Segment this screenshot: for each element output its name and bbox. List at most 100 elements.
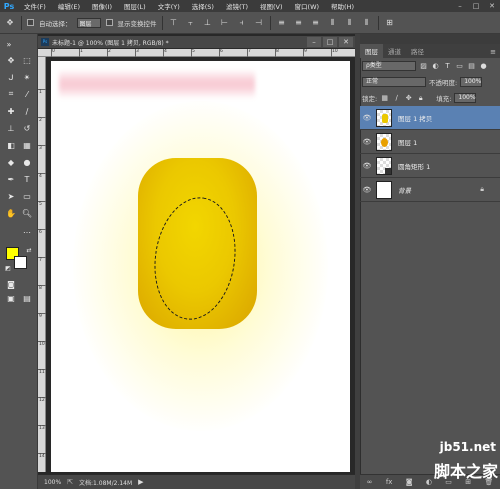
auto-select-checkbox[interactable]: [27, 19, 34, 26]
minimize-button[interactable]: –: [452, 2, 468, 10]
menu-window[interactable]: 窗口(W): [289, 1, 326, 11]
ruler-horizontal[interactable]: 0 1 2 3 4 5 6 7 8 9 10: [38, 49, 355, 57]
zoom-level[interactable]: 100%: [44, 479, 61, 486]
eyedropper-icon[interactable]: ⁄: [20, 88, 34, 100]
lock-all-icon[interactable]: 🔒︎: [416, 94, 425, 103]
layer-name[interactable]: 圆角矩形 1: [398, 161, 430, 171]
artboard-tool-icon[interactable]: ⬚: [20, 54, 34, 66]
layer-name[interactable]: 图层 1 拷贝: [398, 113, 432, 123]
layer-filter-dropdown[interactable]: ρ类型: [362, 61, 416, 71]
layer-row[interactable]: 👁︎ 图层 1: [360, 130, 500, 154]
opacity-input[interactable]: 100%: [460, 77, 483, 87]
layer-row[interactable]: 👁︎ 图层 1 拷贝: [360, 106, 500, 130]
swap-colors-icon[interactable]: ⇄: [22, 244, 36, 256]
filter-toggle-icon[interactable]: ●: [479, 62, 488, 70]
visibility-eye-icon[interactable]: 👁︎: [360, 114, 374, 122]
quick-mask-icon[interactable]: ◙: [4, 278, 18, 290]
background-color-swatch[interactable]: [14, 256, 27, 269]
layer-name[interactable]: 背景: [398, 185, 411, 195]
healing-brush-icon[interactable]: ✚: [4, 105, 18, 117]
show-transform-checkbox[interactable]: [105, 19, 113, 26]
fill-input[interactable]: 100%: [454, 93, 477, 103]
default-colors-icon[interactable]: ◩: [1, 262, 15, 274]
gradient-tool-icon[interactable]: ▦: [20, 139, 34, 151]
tab-channels[interactable]: 通道: [383, 44, 406, 58]
ruler-vertical[interactable]: 1 2 3 4 5 6 7 8 9 10 11 12 13 14: [38, 57, 46, 472]
tab-layers[interactable]: 图层: [360, 44, 383, 58]
visibility-eye-icon[interactable]: 👁︎: [360, 162, 374, 170]
doc-close-button[interactable]: ✕: [339, 37, 353, 47]
menu-select[interactable]: 选择(S): [186, 1, 220, 11]
distribute-bottom-icon[interactable]: ≡: [310, 17, 322, 29]
dodge-tool-icon[interactable]: ●: [20, 156, 34, 168]
doc-minimize-button[interactable]: –: [307, 37, 321, 47]
type-tool-icon[interactable]: T: [20, 173, 34, 185]
menu-help[interactable]: 帮助(H): [325, 1, 360, 11]
brush-tool-icon[interactable]: ∕: [20, 105, 34, 117]
auto-select-dropdown[interactable]: 图层: [76, 17, 101, 28]
close-button[interactable]: ✕: [484, 2, 500, 10]
menu-type[interactable]: 文字(Y): [152, 1, 186, 11]
shape-tool-icon[interactable]: ▭: [20, 190, 34, 202]
lock-position-icon[interactable]: ✥: [404, 94, 413, 102]
move-tool-preset-icon[interactable]: ✥: [4, 17, 16, 29]
lasso-tool-icon[interactable]: ᒍ: [4, 71, 18, 83]
menu-image[interactable]: 图像(I): [86, 1, 118, 11]
align-vcenter-icon[interactable]: ⫟: [185, 17, 197, 29]
distribute-hcenter-icon[interactable]: ⦀: [344, 17, 356, 29]
lock-transparent-icon[interactable]: ▦: [380, 94, 389, 102]
blend-mode-dropdown[interactable]: 正常: [362, 77, 426, 87]
filter-smart-object-icon[interactable]: ▤: [467, 62, 476, 70]
align-hcenter-icon[interactable]: ⫞: [236, 17, 248, 29]
tab-paths[interactable]: 路径: [406, 44, 429, 58]
filter-shape-icon[interactable]: ▭: [455, 62, 464, 70]
eraser-tool-icon[interactable]: ◧: [4, 139, 18, 151]
crop-tool-icon[interactable]: ⌗: [4, 88, 18, 100]
distribute-top-icon[interactable]: ≡: [276, 17, 288, 29]
maximize-button[interactable]: □: [468, 2, 484, 10]
auto-align-icon[interactable]: ⊞: [384, 17, 396, 29]
visibility-eye-icon[interactable]: 👁︎: [360, 138, 374, 146]
status-menu-arrow-icon[interactable]: ▶: [138, 478, 143, 486]
layer-row[interactable]: 👁︎ 背景 🔒︎: [360, 178, 500, 202]
filter-adjustment-icon[interactable]: ◐: [431, 62, 440, 70]
doc-maximize-button[interactable]: □: [323, 37, 337, 47]
history-brush-icon[interactable]: ↺: [20, 122, 34, 134]
menu-filter[interactable]: 滤镜(T): [220, 1, 254, 11]
layer-row[interactable]: 👁︎ 圆角矩形 1: [360, 154, 500, 178]
filter-pixel-icon[interactable]: ▨: [419, 62, 428, 70]
screen-mode-secondary-icon[interactable]: ▤: [20, 292, 34, 304]
align-left-icon[interactable]: ⊢: [219, 17, 231, 29]
menu-edit[interactable]: 编辑(E): [52, 1, 86, 11]
canvas[interactable]: [51, 61, 350, 472]
align-bottom-icon[interactable]: ⊥: [202, 17, 214, 29]
hand-tool-icon[interactable]: ✋: [4, 207, 18, 219]
document-tab[interactable]: Ps 未标题-1 @ 100% (图层 1 拷贝, RGB/8) * – □ ✕: [38, 36, 355, 49]
layer-name[interactable]: 图层 1: [398, 137, 417, 147]
menu-view[interactable]: 视图(V): [254, 1, 289, 11]
more-tools-icon[interactable]: …: [20, 224, 34, 236]
menu-layer[interactable]: 图层(L): [118, 1, 152, 11]
align-right-icon[interactable]: ⊣: [253, 17, 265, 29]
collapse-toolbox-icon[interactable]: »: [2, 38, 16, 50]
zoom-tool-icon[interactable]: 🔍︎: [20, 207, 34, 219]
menu-file[interactable]: 文件(F): [18, 1, 52, 11]
visibility-eye-icon[interactable]: 👁︎: [360, 186, 374, 194]
layer-style-icon[interactable]: fx: [386, 478, 393, 486]
screen-mode-icon[interactable]: ▣: [4, 292, 18, 304]
status-export-icon[interactable]: ⇱: [67, 478, 73, 486]
align-top-icon[interactable]: ⊤: [168, 17, 180, 29]
clone-stamp-icon[interactable]: ⊥: [4, 122, 18, 134]
filter-type-icon[interactable]: T: [443, 62, 452, 70]
distribute-left-icon[interactable]: ⦀: [327, 17, 339, 29]
panel-menu-icon[interactable]: ≡: [486, 46, 500, 58]
link-layers-icon[interactable]: ∞: [367, 478, 373, 486]
distribute-right-icon[interactable]: ⦀: [361, 17, 373, 29]
lock-image-icon[interactable]: ∕: [392, 94, 401, 102]
path-select-icon[interactable]: ➤: [4, 190, 18, 202]
magic-wand-icon[interactable]: ✴: [20, 71, 34, 83]
pen-tool-icon[interactable]: ✒: [4, 173, 18, 185]
blur-tool-icon[interactable]: ◆: [4, 156, 18, 168]
move-tool-icon[interactable]: ✥: [4, 54, 18, 66]
distribute-vcenter-icon[interactable]: ≡: [293, 17, 305, 29]
